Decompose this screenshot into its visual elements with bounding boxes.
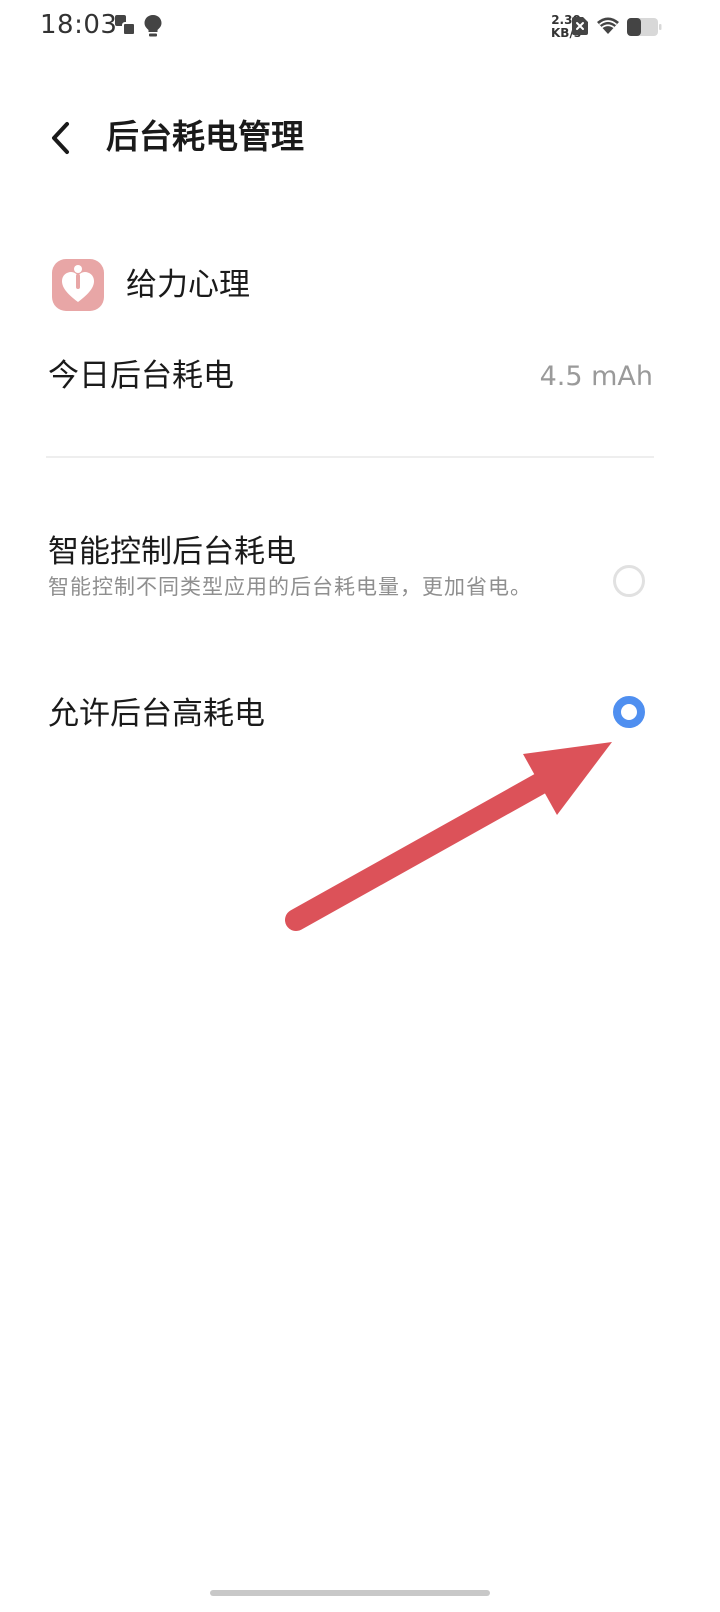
status-time: 18:03	[40, 10, 118, 40]
heart-person-icon	[62, 265, 94, 302]
option-allow-high-usage-title[interactable]: 允许后台高耗电	[48, 690, 265, 738]
option-smart-control-description: 智能控制不同类型应用的后台耗电量，更加省电。	[48, 575, 532, 599]
app-name: 给力心理	[126, 267, 250, 303]
home-indicator[interactable]	[210, 1590, 490, 1596]
bulb-icon	[144, 15, 162, 37]
chevron-left-icon	[52, 122, 69, 154]
annotation-arrow-icon	[285, 742, 612, 931]
battery-icon	[627, 18, 662, 36]
back-button[interactable]	[36, 110, 84, 166]
usage-value: 4.5 mAh	[539, 361, 653, 392]
divider	[46, 456, 654, 458]
screen-mirror-icon	[115, 15, 136, 36]
option-allow-high-usage-radio[interactable]	[613, 696, 645, 728]
option-smart-control-title[interactable]: 智能控制后台耗电	[48, 528, 296, 576]
wifi-icon	[597, 17, 619, 34]
option-smart-control-radio[interactable]	[613, 565, 645, 597]
page-title: 后台耗电管理	[106, 117, 304, 156]
usage-label: 今日后台耗电	[48, 358, 234, 394]
app-icon	[52, 259, 104, 311]
no-sim-icon	[572, 17, 588, 35]
